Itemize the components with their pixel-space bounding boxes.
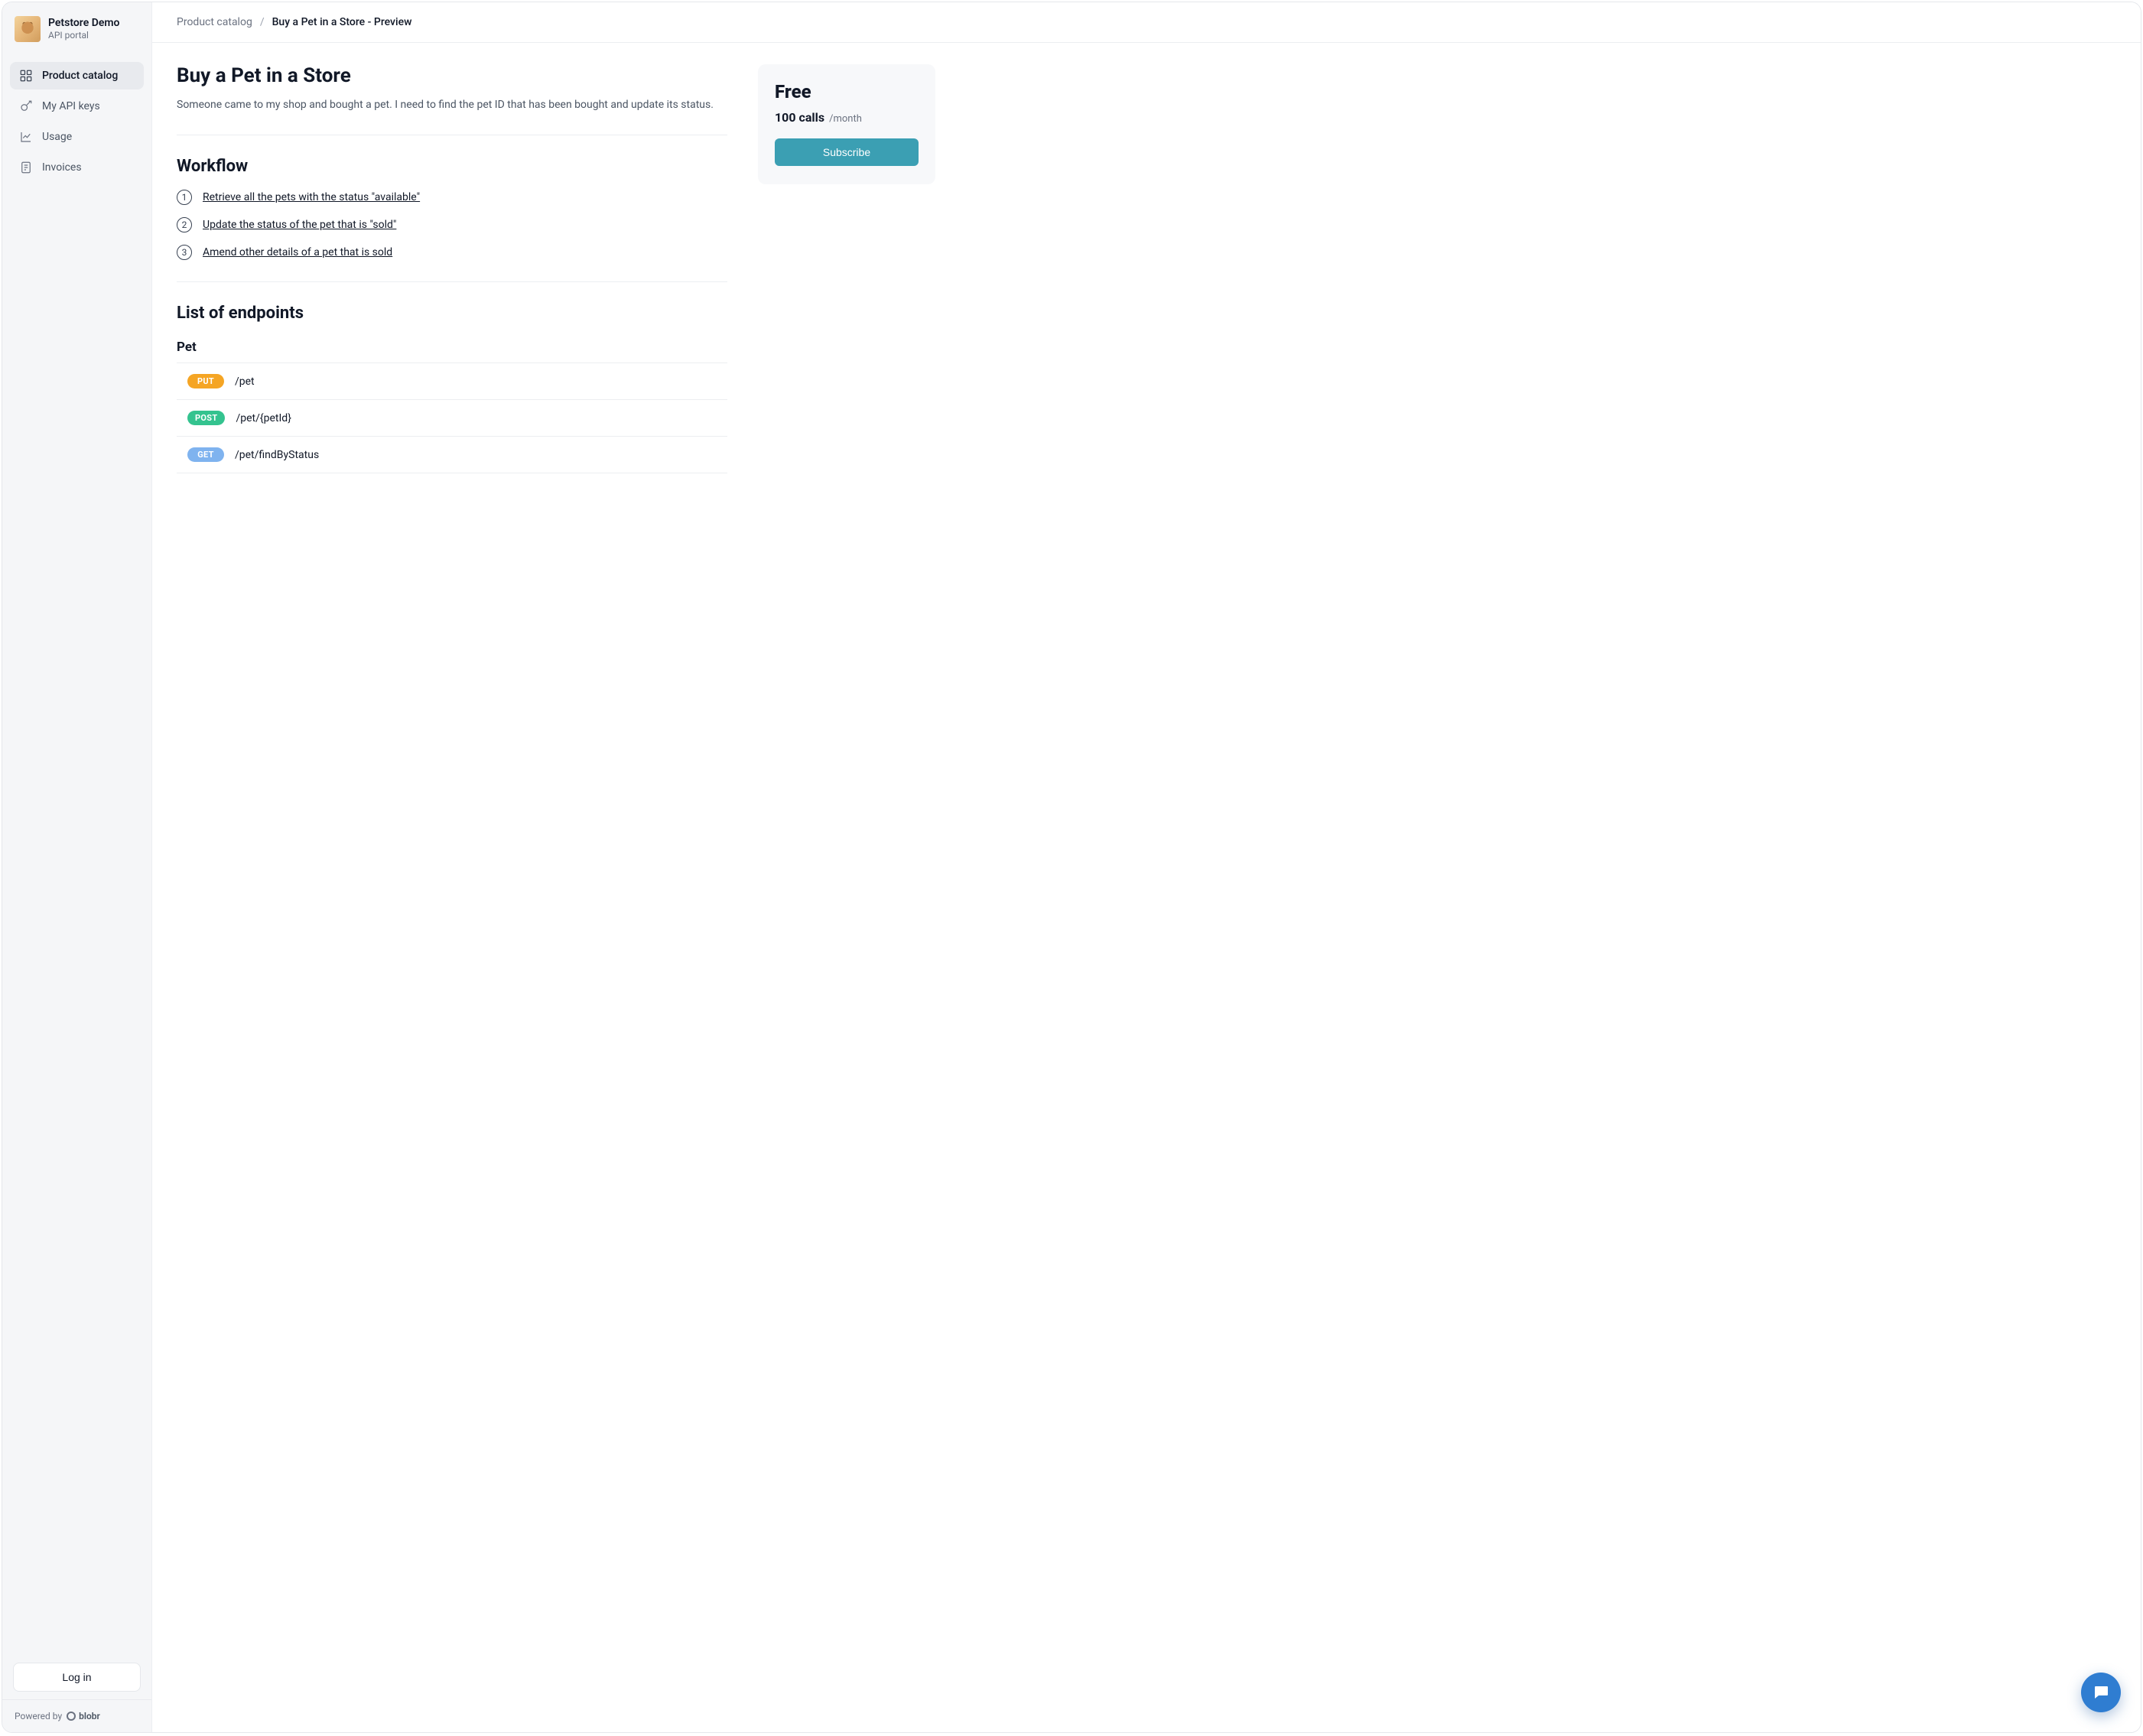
step-number-icon: 1 <box>177 190 192 205</box>
app-root: Petstore Demo API portal Product catalog… <box>2 2 2141 1733</box>
workflow-step: 3 Amend other details of a pet that is s… <box>177 245 727 260</box>
endpoint-row[interactable]: POST /pet/{petId} <box>177 399 727 436</box>
brand-texts: Petstore Demo API portal <box>48 17 119 41</box>
sidebar: Petstore Demo API portal Product catalog… <box>2 2 152 1732</box>
endpoints-heading: List of endpoints <box>177 304 727 323</box>
subscribe-button[interactable]: Subscribe <box>775 138 919 166</box>
plan-name: Free <box>775 81 919 102</box>
endpoint-row[interactable]: PUT /pet <box>177 362 727 399</box>
powered-brand-name: blobr <box>79 1711 100 1721</box>
brand-subtitle: API portal <box>48 30 119 41</box>
powered-prefix: Powered by <box>15 1711 62 1721</box>
invoice-icon <box>19 161 33 174</box>
sidebar-item-api-keys[interactable]: My API keys <box>10 93 144 120</box>
sidebar-item-label: Product catalog <box>42 70 118 82</box>
endpoint-path: /pet <box>235 375 255 388</box>
content-left: Buy a Pet in a Store Someone came to my … <box>177 64 727 473</box>
endpoint-list: PUT /pet POST /pet/{petId} GET /pet/find… <box>177 362 727 473</box>
workflow-step-link[interactable]: Amend other details of a pet that is sol… <box>203 246 392 258</box>
content-right: Free 100 calls /month Subscribe <box>758 64 935 473</box>
sidebar-item-usage[interactable]: Usage <box>10 123 144 151</box>
method-badge: POST <box>187 411 225 425</box>
sidebar-bottom: Log in <box>2 1653 151 1699</box>
sidebar-nav: Product catalog My API keys Usage Invoic… <box>2 56 151 190</box>
brand-logo <box>15 16 41 42</box>
plan-period: /month <box>829 113 862 125</box>
workflow-step-link[interactable]: Retrieve all the pets with the status "a… <box>203 191 420 203</box>
content: Buy a Pet in a Store Someone came to my … <box>152 43 2141 504</box>
plan-card: Free 100 calls /month Subscribe <box>758 64 935 184</box>
plan-quota-line: 100 calls /month <box>775 110 919 125</box>
method-badge: PUT <box>187 374 224 388</box>
sidebar-item-label: Usage <box>42 131 72 143</box>
blobr-mark-icon <box>67 1712 76 1721</box>
method-badge: GET <box>187 447 224 462</box>
chat-icon <box>2092 1683 2110 1702</box>
chat-fab[interactable] <box>2081 1673 2121 1712</box>
endpoint-row[interactable]: GET /pet/findByStatus <box>177 436 727 473</box>
sidebar-item-label: My API keys <box>42 100 100 112</box>
step-number-icon: 2 <box>177 217 192 232</box>
workflow-steps: 1 Retrieve all the pets with the status … <box>177 190 727 260</box>
sidebar-item-product-catalog[interactable]: Product catalog <box>10 62 144 89</box>
main: Product catalog / Buy a Pet in a Store -… <box>152 2 2141 1732</box>
workflow-step: 2 Update the status of the pet that is "… <box>177 217 727 232</box>
workflow-step: 1 Retrieve all the pets with the status … <box>177 190 727 205</box>
breadcrumb: Product catalog / Buy a Pet in a Store -… <box>152 2 2141 43</box>
plan-quota: 100 calls <box>775 110 824 125</box>
workflow-step-link[interactable]: Update the status of the pet that is "so… <box>203 219 396 231</box>
chart-icon <box>19 130 33 144</box>
breadcrumb-separator: / <box>260 16 265 28</box>
powered-brand-logo: blobr <box>67 1711 100 1721</box>
page-description: Someone came to my shop and bought a pet… <box>177 96 727 113</box>
key-icon <box>19 99 33 113</box>
endpoint-group-name: Pet <box>177 340 727 355</box>
breadcrumb-root[interactable]: Product catalog <box>177 16 252 28</box>
step-number-icon: 3 <box>177 245 192 260</box>
grid-icon <box>19 69 33 83</box>
sidebar-item-invoices[interactable]: Invoices <box>10 154 144 181</box>
workflow-heading: Workflow <box>177 157 727 176</box>
login-button[interactable]: Log in <box>13 1663 141 1692</box>
page-title: Buy a Pet in a Store <box>177 64 727 87</box>
endpoint-path: /pet/{petId} <box>236 412 291 424</box>
endpoint-path: /pet/findByStatus <box>235 449 319 461</box>
powered-by[interactable]: Powered by blobr <box>2 1699 151 1732</box>
divider <box>177 281 727 282</box>
brand-title: Petstore Demo <box>48 17 119 30</box>
brand-block[interactable]: Petstore Demo API portal <box>2 2 151 56</box>
sidebar-item-label: Invoices <box>42 161 82 174</box>
breadcrumb-current: Buy a Pet in a Store - Preview <box>272 16 412 28</box>
